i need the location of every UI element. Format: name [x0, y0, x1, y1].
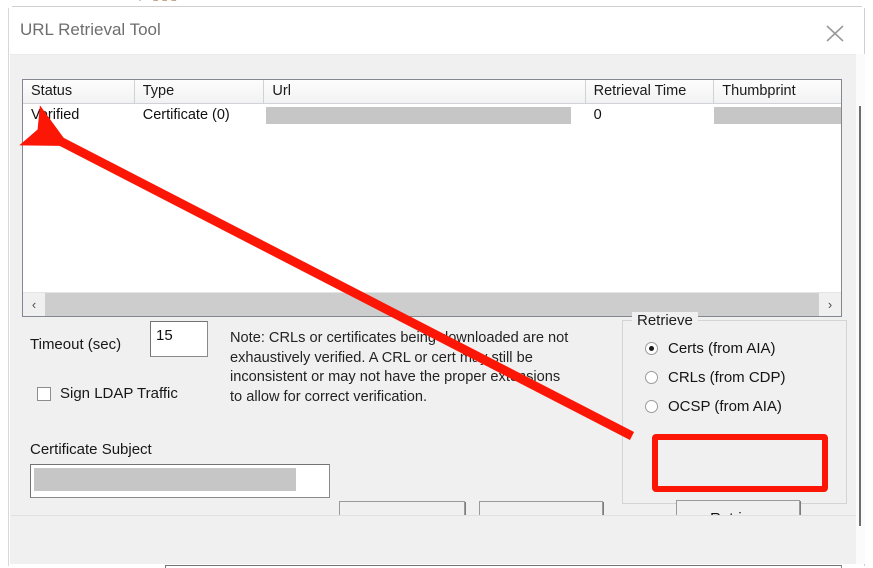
redaction-block-url	[266, 106, 572, 124]
radio-button-icon[interactable]	[645, 342, 658, 355]
app-screenshot: ı ʟʟʟ URL Retrieval Tool Status Type Url	[0, 0, 873, 568]
title-bar: URL Retrieval Tool	[9, 8, 864, 54]
radio-crls-from-cdp[interactable]: CRLs (from CDP)	[645, 369, 786, 386]
radio-ocsp-from-aia[interactable]: OCSP (from AIA)	[645, 398, 782, 415]
cell-type: Certificate (0)	[142, 107, 230, 123]
radio-button-icon[interactable]	[645, 371, 658, 384]
results-listview[interactable]: Status Type Url Retrieval Time Thumbprin…	[22, 79, 842, 317]
url-download-bar	[11, 515, 857, 564]
timeout-input[interactable]: 15	[150, 321, 208, 357]
redaction-block-thumbprint	[714, 106, 841, 124]
annotation-highlight-box	[652, 434, 828, 492]
column-header-thumbprint[interactable]: Thumbprint	[714, 80, 841, 104]
column-header-status[interactable]: Status	[23, 80, 135, 104]
retrieve-groupbox-title: Retrieve	[632, 312, 698, 329]
artifact-divider	[12, 6, 862, 7]
table-row[interactable]: Verified Certificate (0) 0	[23, 104, 841, 126]
cell-thumbprint	[714, 106, 841, 124]
column-header-type[interactable]: Type	[134, 80, 265, 104]
listview-horizontal-scrollbar[interactable]: ‹ ›	[23, 292, 841, 316]
top-crop-artifact: ı ʟʟʟ	[0, 0, 873, 8]
sign-ldap-traffic-checkbox[interactable]: Sign LDAP Traffic	[37, 385, 178, 402]
timeout-label: Timeout (sec)	[30, 336, 122, 353]
radio-label-crls: CRLs (from CDP)	[668, 369, 786, 386]
column-header-retrieval-time[interactable]: Retrieval Time	[585, 80, 715, 104]
window-right-edge	[856, 54, 865, 564]
close-icon[interactable]	[821, 20, 849, 46]
scroll-left-icon[interactable]: ‹	[23, 293, 45, 316]
note-text: Note: CRLs or certificates being downloa…	[230, 330, 569, 405]
sign-ldap-traffic-label: Sign LDAP Traffic	[60, 385, 178, 402]
cell-url	[264, 106, 585, 124]
listview-header: Status Type Url Retrieval Time Thumbprin…	[23, 80, 841, 104]
artifact-glyphs: ı ʟʟʟ	[138, 0, 180, 5]
scrollbar-thumb[interactable]	[45, 293, 819, 316]
radio-label-certs: Certs (from AIA)	[668, 340, 776, 357]
radio-button-icon[interactable]	[645, 400, 658, 413]
listview-rows: Verified Certificate (0) 0	[23, 104, 841, 294]
column-header-url[interactable]: Url	[264, 80, 586, 104]
radio-certs-from-aia[interactable]: Certs (from AIA)	[645, 340, 776, 357]
vertical-scrollbar-sliver[interactable]	[859, 106, 861, 526]
certificate-subject-label: Certificate Subject	[30, 441, 152, 458]
scroll-right-icon[interactable]: ›	[819, 293, 841, 316]
cell-retrieval-time: 0	[593, 107, 602, 123]
scrollbar-track[interactable]	[45, 293, 819, 316]
window-title: URL Retrieval Tool	[20, 20, 161, 39]
redaction-block-certificate-subject	[34, 468, 296, 491]
checkbox-box-icon[interactable]	[37, 386, 51, 401]
cell-status: Verified	[31, 107, 80, 123]
radio-label-ocsp: OCSP (from AIA)	[668, 398, 782, 415]
certificate-subject-input[interactable]	[30, 464, 330, 498]
